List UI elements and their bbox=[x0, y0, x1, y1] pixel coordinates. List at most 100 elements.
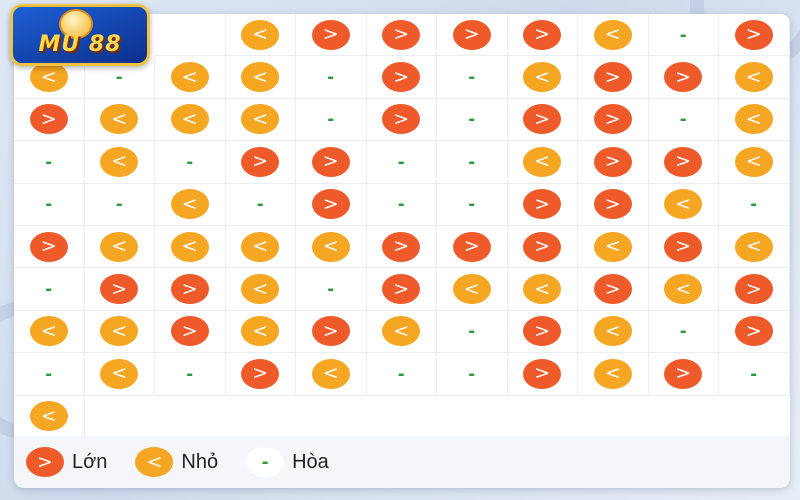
legend-label-hoa: Hòa bbox=[292, 450, 329, 473]
grid-cell: > bbox=[366, 268, 437, 311]
grid-cell: < bbox=[648, 268, 719, 311]
grid-cell-empty bbox=[155, 395, 226, 438]
lon-icon: > bbox=[382, 19, 421, 50]
grid-cell: < bbox=[225, 14, 296, 57]
grid-cell-empty bbox=[437, 395, 508, 438]
grid-cell: > bbox=[507, 98, 578, 142]
nho-icon: < bbox=[593, 316, 632, 347]
lon-icon: > bbox=[664, 62, 703, 93]
grid-cell: > bbox=[366, 14, 437, 57]
legend-label-nho: Nhỏ bbox=[181, 450, 219, 473]
hoa-icon: - bbox=[468, 362, 476, 385]
legend-item-nho: < Nhỏ bbox=[135, 447, 218, 477]
hoa-icon: - bbox=[468, 320, 476, 343]
nho-icon: < bbox=[523, 274, 562, 305]
grid-cell: - bbox=[648, 98, 719, 142]
nho-icon: < bbox=[664, 189, 703, 220]
lon-icon: > bbox=[523, 189, 562, 220]
grid-cell: < bbox=[578, 353, 649, 396]
grid-cell: > bbox=[507, 353, 578, 396]
grid-cell: > bbox=[296, 14, 367, 57]
lon-icon: > bbox=[382, 274, 421, 305]
grid-cell: < bbox=[719, 56, 790, 99]
hoa-icon: - bbox=[468, 66, 476, 89]
grid-cell: - bbox=[366, 183, 437, 226]
grid-cell: - bbox=[296, 56, 367, 99]
nho-icon: < bbox=[29, 62, 68, 93]
grid-cell: < bbox=[225, 98, 296, 142]
lon-icon: > bbox=[100, 274, 139, 305]
nho-icon: < bbox=[241, 19, 280, 50]
nho-icon: < bbox=[241, 231, 280, 262]
grid-cell: < bbox=[14, 395, 85, 438]
grid-cell: < bbox=[719, 141, 790, 184]
lon-icon: > bbox=[664, 231, 703, 262]
grid-cell: - bbox=[14, 141, 85, 184]
grid-cell: - bbox=[437, 141, 508, 184]
grid-cell: < bbox=[155, 56, 226, 99]
grid-cell: < bbox=[14, 310, 85, 354]
nho-icon: < bbox=[29, 316, 68, 347]
nho-icon: < bbox=[241, 62, 280, 93]
grid-cell: - bbox=[155, 141, 226, 184]
lon-icon: > bbox=[664, 146, 703, 177]
grid-cell: > bbox=[437, 225, 508, 269]
grid-cell-empty bbox=[648, 395, 719, 438]
grid-cell: > bbox=[507, 310, 578, 354]
grid-cell: < bbox=[578, 225, 649, 269]
grid-cell: - bbox=[719, 353, 790, 396]
lon-icon: > bbox=[734, 19, 773, 50]
grid-cell: - bbox=[84, 183, 155, 226]
grid-cell: > bbox=[84, 268, 155, 311]
nho-icon: < bbox=[170, 104, 209, 135]
brand-logo: MU 88 bbox=[10, 4, 150, 66]
grid-cell: < bbox=[578, 14, 649, 57]
nho-icon: < bbox=[382, 316, 421, 347]
lon-icon: > bbox=[26, 447, 64, 477]
brand-logo-text: MU 88 bbox=[38, 32, 122, 57]
nho-icon: < bbox=[593, 231, 632, 262]
results-grid: < > > > > < - > < - < < - > - < > > < > < < < - > - > > - < - < - > > - - < > >… bbox=[14, 14, 790, 438]
grid-cell: > bbox=[578, 98, 649, 142]
hoa-icon: - bbox=[750, 193, 758, 216]
grid-cell: < bbox=[84, 141, 155, 184]
nho-icon: < bbox=[734, 104, 773, 135]
grid-cell: > bbox=[366, 56, 437, 99]
lon-icon: > bbox=[523, 358, 562, 389]
nho-icon: < bbox=[664, 274, 703, 305]
hoa-icon: - bbox=[327, 66, 335, 89]
hoa-icon: - bbox=[397, 362, 405, 385]
legend-label-lon: Lớn bbox=[72, 450, 108, 473]
grid-cell: > bbox=[648, 353, 719, 396]
grid-cell-empty bbox=[366, 395, 437, 438]
grid-cell: < bbox=[507, 56, 578, 99]
grid-cell: > bbox=[14, 98, 85, 142]
lon-icon: > bbox=[241, 146, 280, 177]
grid-cell: < bbox=[155, 183, 226, 226]
lon-icon: > bbox=[170, 316, 209, 347]
grid-cell: < bbox=[366, 310, 437, 354]
grid-cell: < bbox=[507, 268, 578, 311]
grid-cell: > bbox=[648, 141, 719, 184]
nho-icon: < bbox=[241, 274, 280, 305]
hoa-icon: - bbox=[45, 193, 53, 216]
nho-icon: < bbox=[593, 358, 632, 389]
grid-cell: < bbox=[84, 310, 155, 354]
grid-cell-empty bbox=[507, 395, 578, 438]
nho-icon: < bbox=[734, 231, 773, 262]
hoa-icon: - bbox=[45, 362, 53, 385]
grid-cell-empty bbox=[225, 395, 296, 438]
lon-icon: > bbox=[29, 104, 68, 135]
hoa-icon: - bbox=[468, 150, 476, 173]
lon-icon: > bbox=[664, 358, 703, 389]
lon-icon: > bbox=[593, 189, 632, 220]
results-board: < > > > > < - > < - < < - > - < > > < > < < < - > - > > - < - < - > > - - < > >… bbox=[14, 14, 790, 488]
grid-cell: - bbox=[296, 268, 367, 311]
grid-cell: < bbox=[507, 141, 578, 184]
hoa-icon: - bbox=[679, 23, 687, 46]
hoa-icon: - bbox=[468, 108, 476, 131]
lon-icon: > bbox=[452, 19, 491, 50]
lon-icon: > bbox=[593, 274, 632, 305]
grid-cell: > bbox=[507, 225, 578, 269]
grid-cell: - bbox=[366, 353, 437, 396]
